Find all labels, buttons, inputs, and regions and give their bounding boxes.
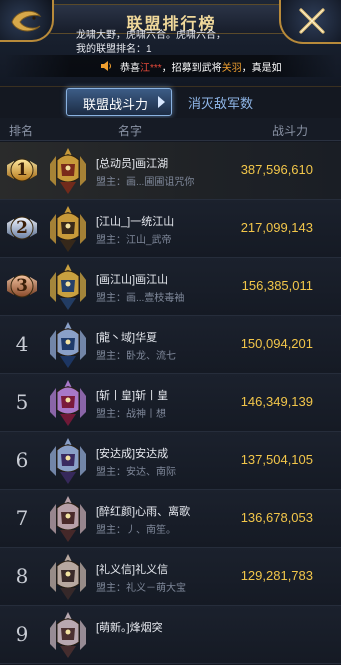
alliance-emblem-icon — [46, 378, 90, 428]
table-row[interactable]: 2 [江山_]一统江山 盟主：江山_武帝 217,099,143 — [0, 200, 341, 258]
alliance-emblem-icon — [46, 320, 90, 370]
table-row[interactable]: 3 [画江山]画江山盟主：画...壹枝毒袖 156,385,011 — [0, 258, 341, 316]
rank-number: 7 — [15, 506, 29, 530]
alliance-name: [斩丨皇]斩丨皇 — [96, 390, 169, 402]
alliance-emblem-icon — [46, 204, 90, 254]
rank-number: 1 — [16, 160, 28, 180]
tab-arrow-icon — [158, 96, 165, 108]
alliance-leader: 盟主：丿、南笙。 — [96, 525, 176, 536]
alliance-emblem-icon — [46, 146, 90, 196]
tab-label: 消灭敌军数 — [188, 96, 254, 111]
alliance-emblem-icon — [46, 262, 90, 312]
announcement-general: 关羽 — [221, 63, 242, 74]
alliance-name: [醉红颜]心雨、离歌 — [96, 506, 191, 518]
alliance-power: 146,349,139 — [240, 394, 313, 409]
alliance-name: [安达成]安达成 — [96, 448, 169, 460]
table-row[interactable]: 9 [萌新。]烽烟突 — [0, 606, 341, 664]
column-power: 战斗力 — [272, 124, 309, 138]
gold-medal-icon: 1 — [5, 153, 39, 187]
alliance-power: 137,504,105 — [240, 452, 313, 467]
alliance-leader: 盟主：卧龙、流七 — [96, 351, 176, 362]
ranking-tabs: 联盟战斗力 消灭敌军数 — [0, 86, 341, 116]
alliance-leader: 盟主：画...壹枝毒袖 — [96, 293, 185, 304]
announcement-prefix: 恭喜 — [120, 63, 140, 74]
announcement-text: 恭喜江***，招募到武将关羽，真是如 — [120, 59, 282, 74]
alliance-name: [萌新。]烽烟突 — [96, 622, 163, 634]
alliance-leader: 盟主：画...圃圃诅咒你 — [96, 177, 195, 188]
alliance-leader: 盟主：安达、南际 — [96, 467, 176, 478]
alliance-name: [龍丶域]华夏 — [96, 332, 158, 344]
rank-number: 5 — [15, 390, 29, 414]
tab-alliance-power[interactable]: 联盟战斗力 — [66, 88, 172, 116]
bronze-medal-icon: 3 — [5, 269, 39, 303]
table-row[interactable]: 6 [安达成]安达成 盟主：安达、南际 137,504,105 — [0, 432, 341, 490]
alliance-power: 129,281,783 — [240, 568, 313, 583]
speaker-icon — [101, 61, 111, 71]
back-button[interactable] — [0, 0, 54, 42]
system-message: 龙啸大野，虎啸六合。虎啸六合， — [76, 30, 226, 41]
ranking-list[interactable]: 1 [总动员]画江湖盟主：画...圃圃诅咒你 387,596,610 2 [江山_]一统… — [0, 142, 341, 664]
rank-number: 2 — [16, 218, 28, 238]
announcement-player: 江*** — [140, 63, 162, 74]
alliance-power: 136,678,053 — [240, 510, 313, 525]
alliance-name: [画江山]画江山 — [96, 274, 169, 286]
alliance-name: [江山_]一统江山 — [96, 216, 175, 228]
silver-medal-icon: 2 — [5, 211, 39, 245]
tab-enemies-killed[interactable]: 消灭敌军数 — [174, 88, 278, 114]
alliance-emblem-icon — [46, 552, 90, 602]
alliance-leader: 盟主：战神丨想 — [96, 409, 166, 420]
top-bar: 联盟排行榜 龙啸大野，虎啸六合。虎啸六合， 我的联盟排名：1 恭喜江***，招募… — [0, 0, 341, 87]
alliance-leader: 盟主：江山_武帝 — [96, 235, 172, 246]
table-row[interactable]: 7 [醉红颜]心雨、离歌 盟主：丿、南笙。 136,678,053 — [0, 490, 341, 548]
alliance-power: 217,099,143 — [240, 220, 313, 235]
alliance-power: 150,094,201 — [240, 336, 313, 351]
announcement-middle: ，招募到武将 — [161, 63, 222, 74]
alliance-emblem-icon — [46, 494, 90, 544]
announcement-suffix: ，真是如 — [241, 63, 282, 74]
column-rank: 排名 — [9, 124, 34, 138]
dragon-emblem-icon — [11, 10, 42, 32]
announcement-banner: 恭喜江***，招募到武将关羽，真是如 — [4, 55, 337, 77]
rank-number: 8 — [15, 564, 29, 588]
rank-number: 4 — [15, 332, 29, 356]
alliance-emblem-icon — [46, 436, 90, 486]
table-row[interactable]: 5 [斩丨皇]斩丨皇 盟主：战神丨想 146,349,139 — [0, 374, 341, 432]
rank-number: 6 — [15, 448, 29, 472]
tab-label: 联盟战斗力 — [83, 97, 149, 112]
column-name: 名字 — [118, 124, 143, 138]
my-alliance-rank: 我的联盟排名：1 — [76, 44, 152, 55]
table-header: 排名 名字 战斗力 — [0, 118, 341, 141]
table-row[interactable]: 1 [总动员]画江湖盟主：画...圃圃诅咒你 387,596,610 — [0, 142, 341, 200]
alliance-name: [总动员]画江湖 — [96, 158, 169, 170]
alliance-name: [礼义信]礼义信 — [96, 564, 169, 576]
alliance-emblem-icon — [46, 610, 90, 660]
table-row[interactable]: 4 [龍丶域]华夏盟主：卧龙、流七 150,094,201 — [0, 316, 341, 374]
alliance-power: 387,596,610 — [240, 162, 313, 177]
alliance-power: 156,385,011 — [241, 278, 313, 293]
alliance-leader: 盟主：礼义－萌大宝 — [96, 583, 186, 594]
rank-number: 9 — [15, 622, 29, 646]
table-row[interactable]: 8 [礼义信]礼义信盟主：礼义－萌大宝 129,281,783 — [0, 548, 341, 606]
rank-number: 3 — [16, 276, 28, 296]
